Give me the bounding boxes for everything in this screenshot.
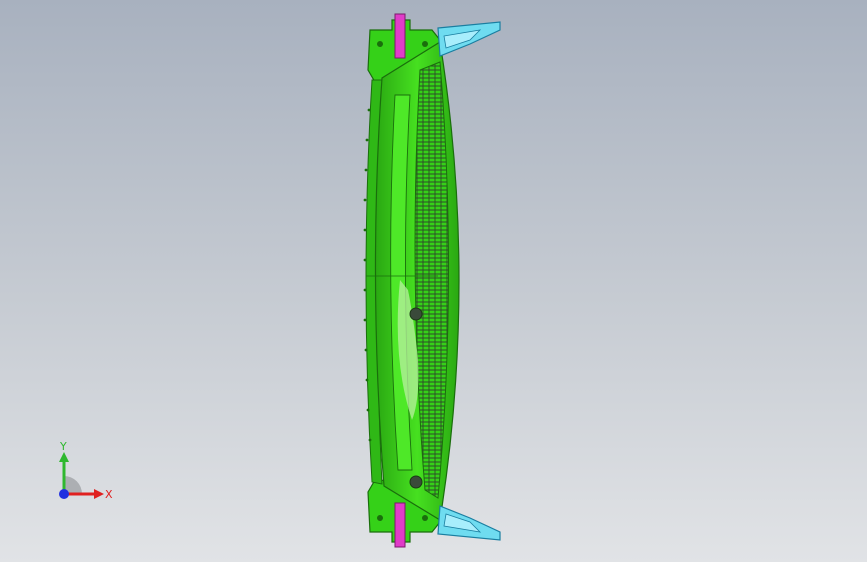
- hole-lower[interactable]: [409, 475, 423, 489]
- coordinate-triad: Y X: [59, 440, 113, 501]
- main-body[interactable]: [363, 41, 460, 521]
- y-axis-arrow: [59, 452, 69, 462]
- y-axis-label: Y: [59, 440, 67, 453]
- x-axis-label: X: [105, 488, 113, 501]
- origin-dot: [59, 489, 69, 499]
- clip-bottom[interactable]: [437, 505, 501, 541]
- hole-upper[interactable]: [409, 307, 423, 321]
- graphics-viewport[interactable]: Y X: [0, 0, 867, 562]
- cowl-part-model[interactable]: [0, 0, 867, 562]
- pin-bottom[interactable]: [394, 502, 406, 548]
- clip-top[interactable]: [437, 21, 501, 57]
- pin-top[interactable]: [394, 13, 406, 59]
- x-axis-arrow: [94, 489, 104, 499]
